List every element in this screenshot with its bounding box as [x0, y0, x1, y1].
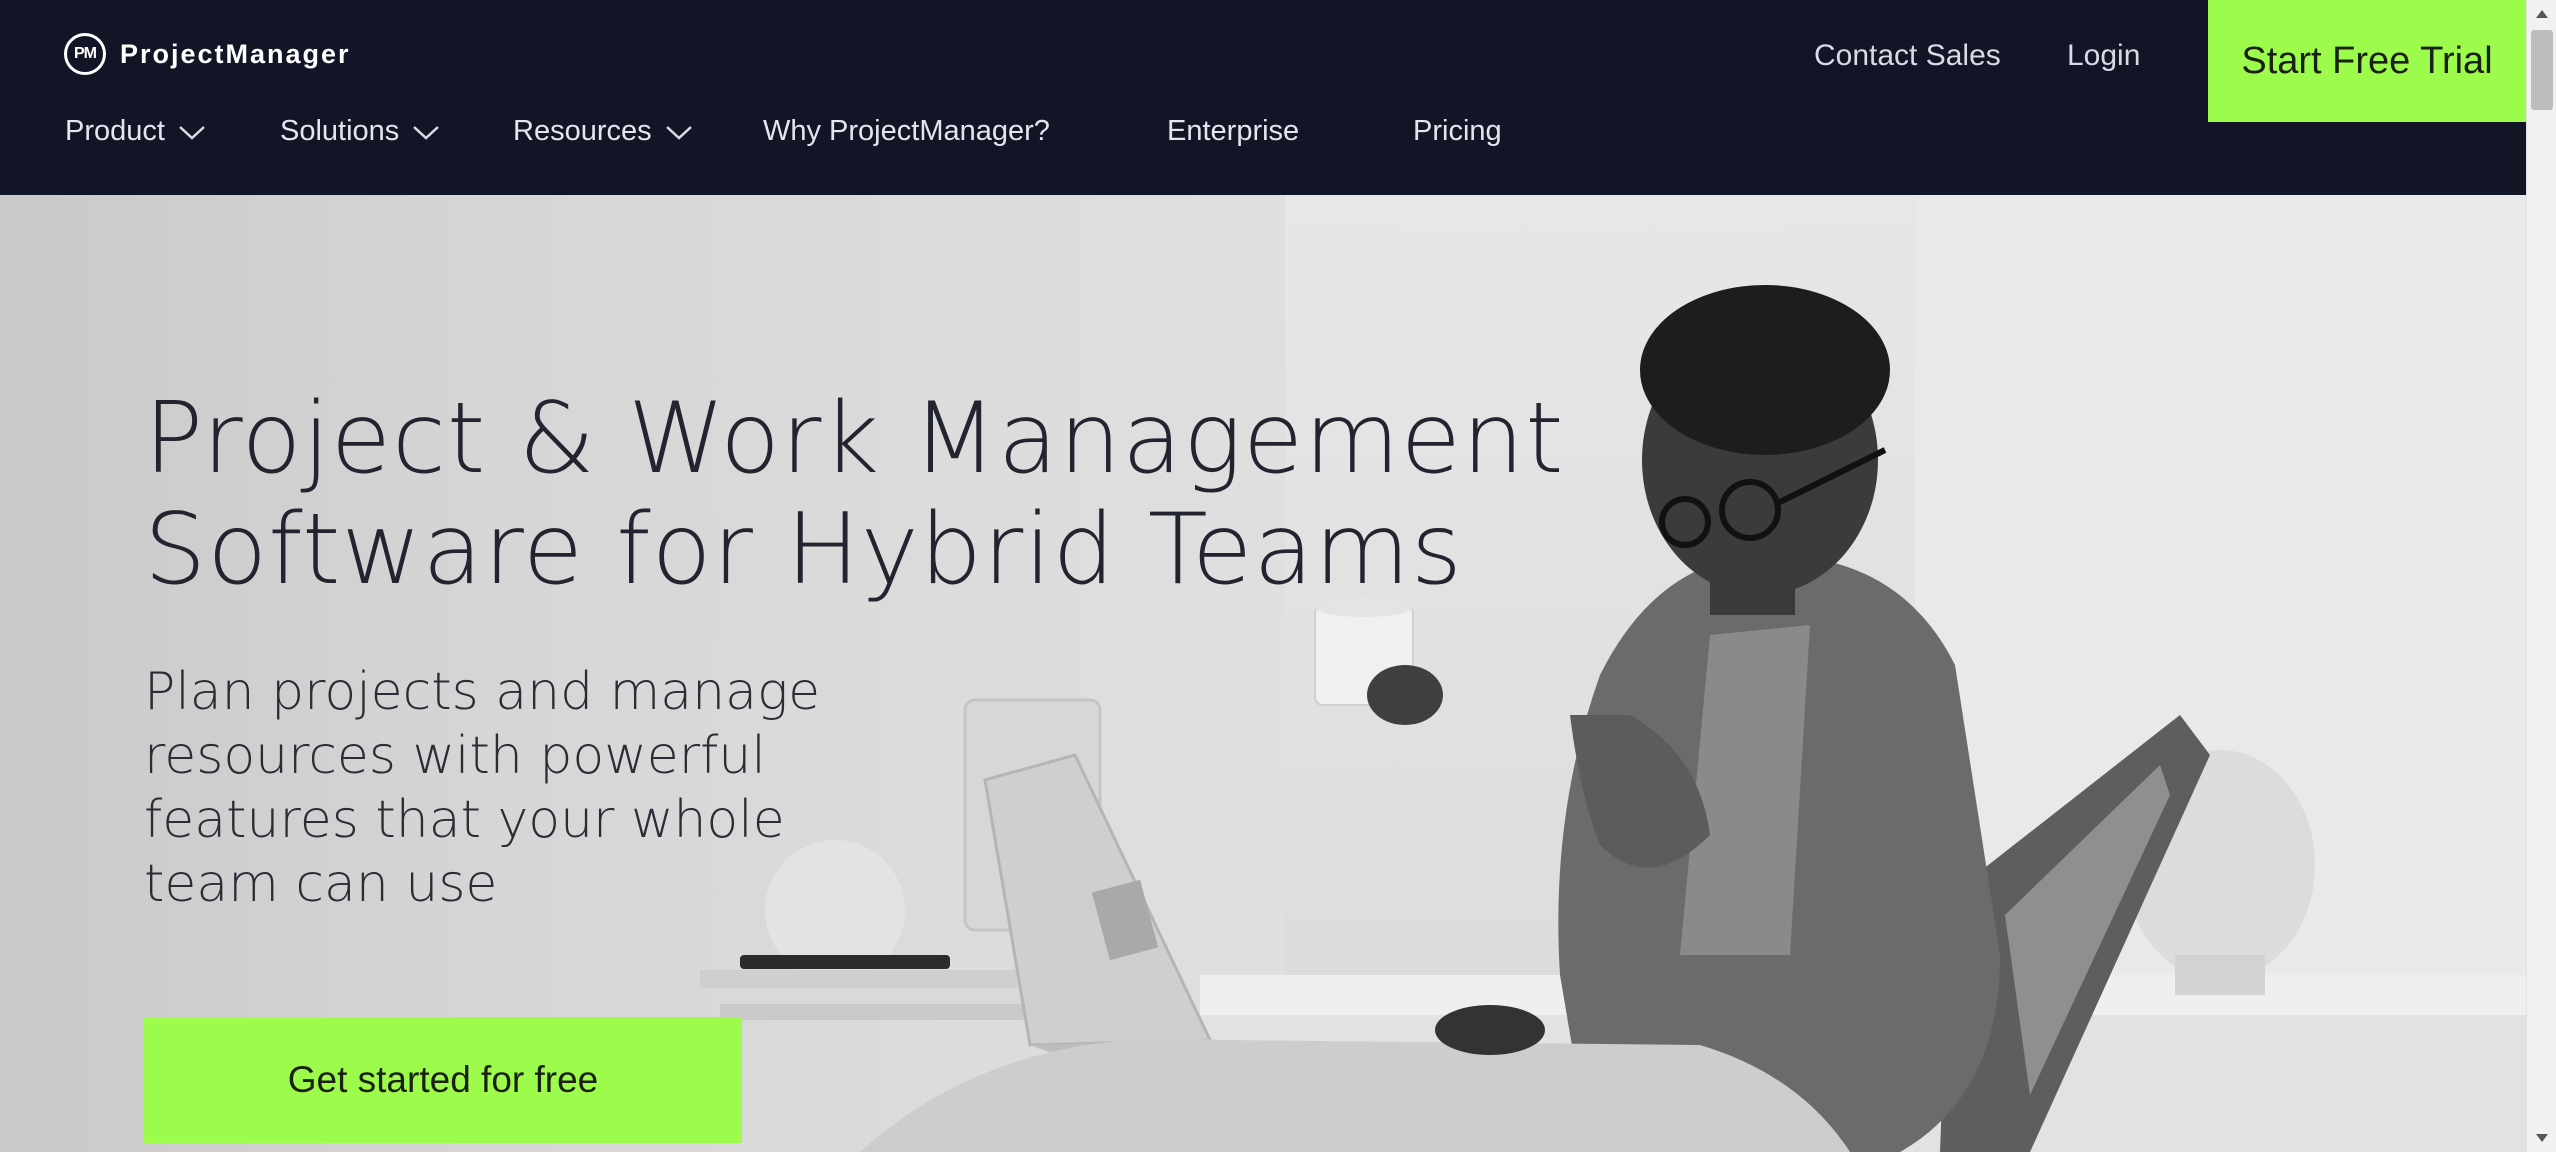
- nav-item-label: Why ProjectManager?: [763, 115, 1050, 147]
- nav-item-resources[interactable]: Resources: [513, 115, 694, 148]
- nav-item-why-projectmanager[interactable]: Why ProjectManager?: [763, 115, 1050, 148]
- nav-item-label: Enterprise: [1167, 115, 1300, 147]
- hero-headline: Project & Work Management Software for H…: [144, 384, 1644, 606]
- subheadline-line-2: resources with powerful: [144, 726, 766, 786]
- main-nav: Product Solutions Resources Why ProjectM…: [0, 115, 1700, 159]
- contact-sales-link[interactable]: Contact Sales: [1814, 39, 2001, 73]
- chevron-down-icon: [177, 122, 207, 142]
- nav-item-label: Resources: [513, 115, 652, 147]
- hero-photo: [700, 285, 2315, 1152]
- start-free-trial-button[interactable]: Start Free Trial: [2208, 0, 2526, 122]
- subheadline-line-3: features that your whole: [144, 790, 785, 850]
- site-header: PM ProjectManager Contact Sales Login St…: [0, 0, 2526, 195]
- subheadline-line-1: Plan projects and manage: [144, 662, 821, 722]
- nav-item-enterprise[interactable]: Enterprise: [1167, 115, 1299, 148]
- scrollbar-thumb[interactable]: [2531, 30, 2553, 110]
- brand-logo[interactable]: PM ProjectManager: [64, 33, 351, 75]
- nav-item-label: Solutions: [280, 115, 400, 147]
- hero-subheadline: Plan projects and manage resources with …: [144, 660, 864, 916]
- brand-name: ProjectManager: [120, 38, 351, 69]
- arrow-down-icon[interactable]: [2536, 1134, 2548, 1142]
- nav-item-pricing[interactable]: Pricing: [1413, 115, 1502, 148]
- arrow-up-icon[interactable]: [2536, 10, 2548, 18]
- headline-line-2: Software for Hybrid Teams: [144, 493, 1463, 607]
- nav-item-label: Pricing: [1413, 115, 1502, 147]
- hero-section: Project & Work Management Software for H…: [0, 195, 2526, 1152]
- subheadline-line-4: team can use: [144, 854, 498, 914]
- get-started-button[interactable]: Get started for free: [144, 1017, 742, 1143]
- page: PM ProjectManager Contact Sales Login St…: [0, 0, 2526, 1152]
- nav-item-solutions[interactable]: Solutions: [280, 115, 441, 148]
- logo-mark-icon: PM: [64, 33, 106, 75]
- nav-item-product[interactable]: Product: [65, 115, 207, 148]
- login-link[interactable]: Login: [2067, 39, 2140, 73]
- nav-item-label: Product: [65, 115, 165, 147]
- vertical-scrollbar[interactable]: [2526, 0, 2556, 1152]
- headline-line-1: Project & Work Management: [144, 382, 1565, 496]
- chevron-down-icon: [664, 122, 694, 142]
- chevron-down-icon: [411, 122, 441, 142]
